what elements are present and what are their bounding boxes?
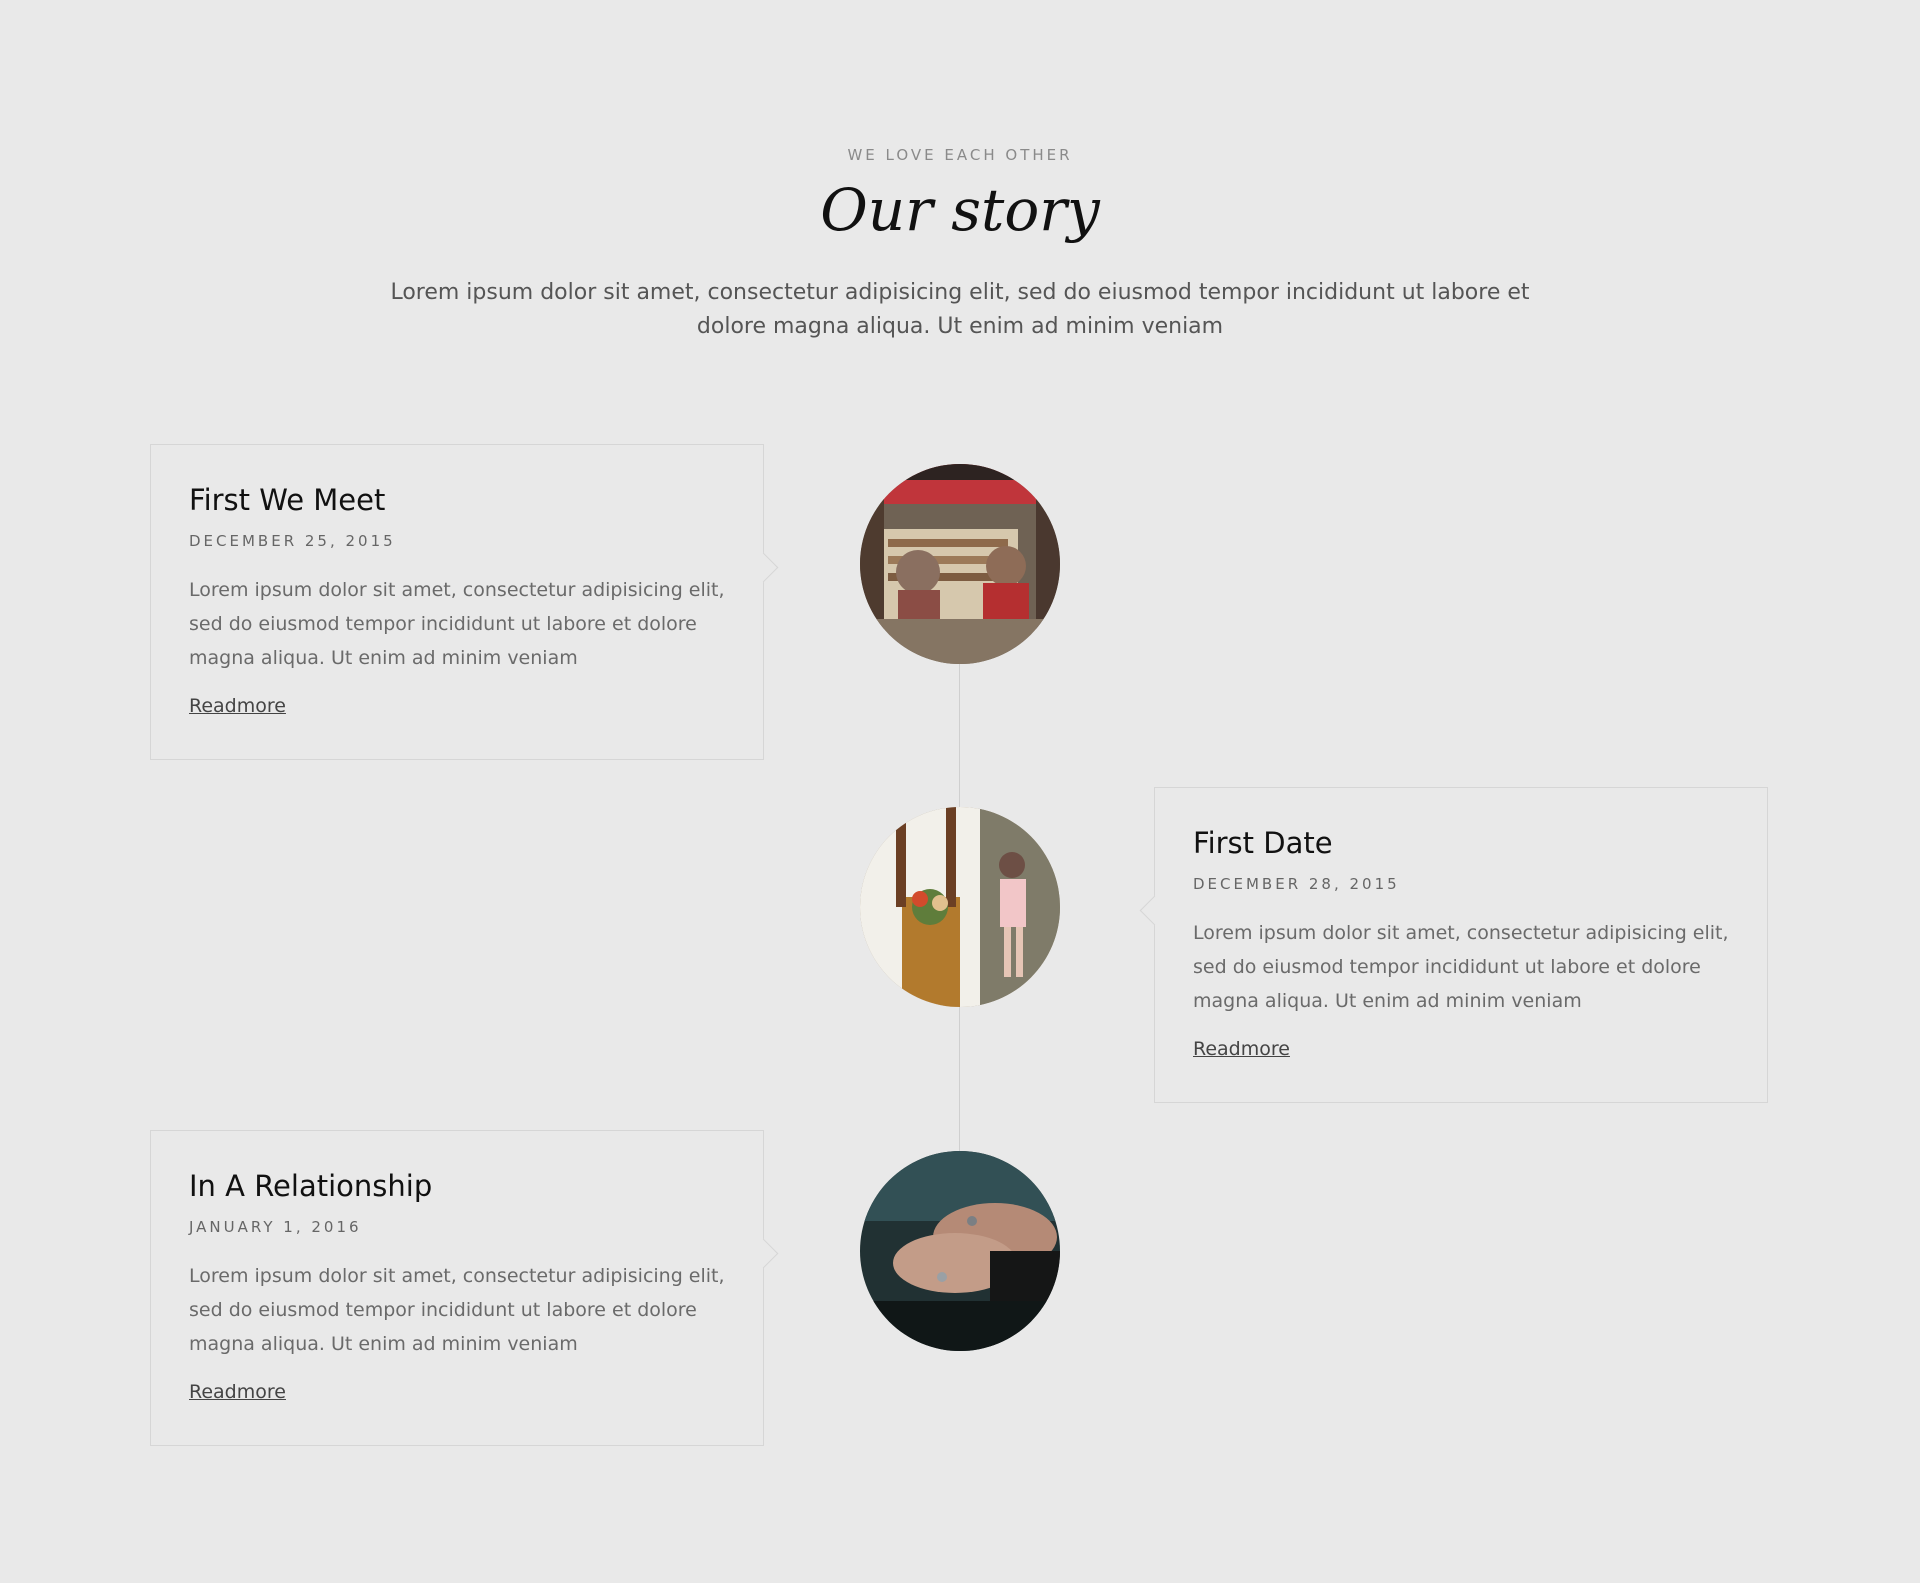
section-intro: Lorem ipsum dolor sit amet, consectetur … [390,280,1530,339]
card-date: DECEMBER 25, 2015 [189,532,396,550]
readmore-link[interactable]: Readmore [189,695,286,717]
card-title: First We Meet [189,483,386,517]
photo-first-date [860,807,1060,1007]
card-pointer [748,1238,779,1269]
photo-first-we-meet [860,464,1060,664]
section-eyebrow: WE LOVE EACH OTHER [847,146,1073,164]
card-text: Lorem ipsum dolor sit amet, consectetur … [189,579,725,669]
card-pointer [748,552,779,583]
card-title: In A Relationship [189,1169,433,1203]
card-text: Lorem ipsum dolor sit amet, consectetur … [1193,922,1729,1012]
card-text: Lorem ipsum dolor sit amet, consectetur … [189,1265,725,1355]
photo-in-a-relationship [860,1151,1060,1351]
timeline-card-first-date: First Date DECEMBER 28, 2015 Lorem ipsum… [1139,787,1768,1103]
timeline-card-first-we-meet: First We Meet DECEMBER 25, 2015 Lorem ip… [150,444,779,760]
card-pointer [1139,895,1170,926]
card-date: DECEMBER 28, 2015 [1193,875,1400,893]
section-title: Our story [820,176,1100,244]
readmore-link[interactable]: Readmore [1193,1038,1290,1060]
readmore-link[interactable]: Readmore [189,1381,286,1403]
card-title: First Date [1193,826,1333,860]
timeline-card-in-a-relationship: In A Relationship JANUARY 1, 2016 Lorem … [150,1130,779,1446]
card-date: JANUARY 1, 2016 [189,1218,362,1236]
